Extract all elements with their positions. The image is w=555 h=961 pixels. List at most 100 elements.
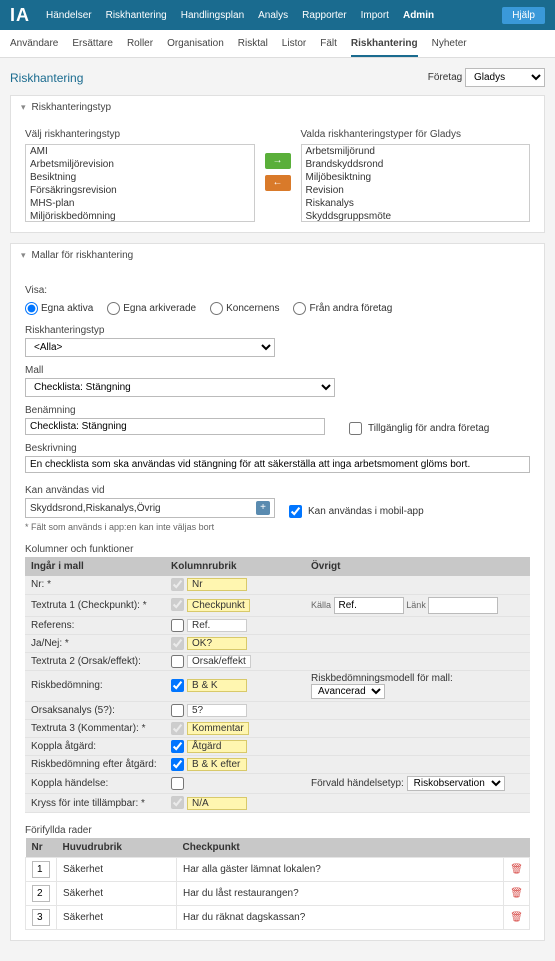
- side-select[interactable]: Riskobservation: [407, 776, 505, 791]
- column-name-input[interactable]: B & K efter: [187, 758, 247, 771]
- avail-other-label[interactable]: Tillgänglig för andra företag: [349, 422, 489, 435]
- help-button[interactable]: Hjälp: [502, 7, 545, 24]
- mobile-cb-label[interactable]: Kan användas i mobil-app: [289, 505, 424, 518]
- subnav-organisation[interactable]: Organisation: [167, 38, 224, 57]
- column-name-input[interactable]: N/A: [187, 797, 247, 810]
- avail-other-checkbox[interactable]: [349, 422, 362, 435]
- note: * Fält som används i app:en kan inte väl…: [25, 522, 530, 532]
- nr-input[interactable]: [32, 861, 50, 878]
- include-checkbox[interactable]: [171, 619, 184, 632]
- include-checkbox[interactable]: [171, 679, 184, 692]
- used-input[interactable]: Skyddsrond,Riskanalys,Övrig +: [25, 498, 275, 518]
- check-cell[interactable]: Har du låst restaurangen?: [177, 881, 504, 905]
- topnav-import[interactable]: Import: [361, 10, 389, 21]
- column-name-input[interactable]: Ref.: [187, 619, 247, 632]
- nr-input[interactable]: [32, 909, 50, 926]
- column-name-input[interactable]: OK?: [187, 637, 247, 650]
- radio-input[interactable]: [25, 302, 38, 315]
- side-label: Förvald händelsetyp:: [311, 778, 407, 789]
- check-cell[interactable]: Har alla gäster lämnat lokalen?: [177, 857, 504, 881]
- plus-icon[interactable]: +: [256, 501, 270, 515]
- topnav-rapporter[interactable]: Rapporter: [302, 10, 346, 21]
- list-item[interactable]: Brandskyddsrond: [302, 158, 530, 171]
- subnav-riskhantering[interactable]: Riskhantering: [351, 38, 418, 57]
- column-name-input[interactable]: Checkpunkt: [187, 599, 250, 612]
- rh-0: Nr: [26, 838, 57, 858]
- include-checkbox[interactable]: [171, 758, 184, 771]
- delete-icon[interactable]: 🗑: [504, 905, 530, 929]
- grid-label: Koppla åtgärd:: [25, 738, 165, 756]
- list-item[interactable]: Arbetsmiljörund: [302, 145, 530, 158]
- subnav-risktal[interactable]: Risktal: [238, 38, 268, 57]
- include-checkbox[interactable]: [171, 740, 184, 753]
- huvud-cell[interactable]: Säkerhet: [57, 857, 177, 881]
- table-row: Orsaksanalys (5?): 5?: [25, 701, 530, 719]
- grid-label: Ja/Nej: *: [25, 634, 165, 652]
- huvud-cell[interactable]: Säkerhet: [57, 881, 177, 905]
- company-select[interactable]: Gladys: [465, 68, 545, 87]
- radio-3[interactable]: Från andra företag: [293, 302, 392, 315]
- radio-2[interactable]: Koncernens: [210, 302, 279, 315]
- subnav-ersättare[interactable]: Ersättare: [72, 38, 113, 57]
- rows-section-label: Förifyllda rader: [25, 825, 530, 836]
- list-item[interactable]: Miljöriskbedömning: [26, 210, 254, 222]
- subnav-nyheter[interactable]: Nyheter: [432, 38, 467, 57]
- column-name-input[interactable]: Nr: [187, 578, 247, 591]
- ben-input[interactable]: [25, 418, 325, 435]
- column-name-input[interactable]: Åtgärd: [187, 740, 247, 753]
- right-listbox[interactable]: ArbetsmiljörundBrandskyddsrondMiljöbesik…: [301, 144, 531, 222]
- panel1-title: Riskhanteringstyp: [32, 102, 111, 113]
- column-name-input[interactable]: Kommentar: [187, 722, 249, 735]
- topnav-admin[interactable]: Admin: [403, 10, 434, 21]
- radio-input[interactable]: [210, 302, 223, 315]
- include-checkbox[interactable]: [171, 655, 184, 668]
- delete-icon[interactable]: 🗑: [504, 881, 530, 905]
- radio-1[interactable]: Egna arkiverade: [107, 302, 196, 315]
- list-item[interactable]: Besiktning: [26, 171, 254, 184]
- subnav-listor[interactable]: Listor: [282, 38, 306, 57]
- prefilled-rows-table: Nr Huvudrubrik Checkpunkt SäkerhetHar al…: [25, 838, 530, 930]
- subnav-fält[interactable]: Fält: [320, 38, 337, 57]
- include-checkbox[interactable]: [171, 704, 184, 717]
- mobile-checkbox[interactable]: [289, 505, 302, 518]
- mall-select[interactable]: Checklista: Stängning: [25, 378, 335, 397]
- list-item[interactable]: Försäkringsrevision: [26, 184, 254, 197]
- list-item[interactable]: Skyddsgruppsmöte: [302, 210, 530, 222]
- column-name-input[interactable]: Orsak/effekt: [187, 655, 251, 668]
- grid-label: Orsaksanalys (5?):: [25, 701, 165, 719]
- remove-button[interactable]: ←: [265, 175, 291, 191]
- list-item[interactable]: Miljöbesiktning: [302, 171, 530, 184]
- list-item[interactable]: Arbetsmiljörevision: [26, 158, 254, 171]
- include-checkbox[interactable]: [171, 777, 184, 790]
- table-row: SäkerhetHar du låst restaurangen?🗑: [26, 881, 530, 905]
- extra-input[interactable]: [334, 597, 404, 614]
- nr-input[interactable]: [32, 885, 50, 902]
- radio-input[interactable]: [293, 302, 306, 315]
- subnav-användare[interactable]: Användare: [10, 38, 58, 57]
- topnav-handlingsplan[interactable]: Handlingsplan: [181, 10, 244, 21]
- topnav-riskhantering[interactable]: Riskhantering: [106, 10, 167, 21]
- radio-input[interactable]: [107, 302, 120, 315]
- add-button[interactable]: →: [265, 153, 291, 169]
- panel1-header[interactable]: ▾ Riskhanteringstyp: [11, 96, 544, 119]
- topnav-analys[interactable]: Analys: [258, 10, 288, 21]
- column-name-input[interactable]: 5?: [187, 704, 247, 717]
- extra-input[interactable]: [428, 597, 498, 614]
- list-item[interactable]: MHS-plan: [26, 197, 254, 210]
- side-select[interactable]: Avancerad: [311, 684, 385, 699]
- huvud-cell[interactable]: Säkerhet: [57, 905, 177, 929]
- radio-0[interactable]: Egna aktiva: [25, 302, 93, 315]
- list-item[interactable]: Riskanalys: [302, 197, 530, 210]
- column-name-input[interactable]: B & K: [187, 679, 247, 692]
- list-item[interactable]: AMI: [26, 145, 254, 158]
- desc-input[interactable]: [25, 456, 530, 473]
- rhtype-select[interactable]: <Alla>: [25, 338, 275, 357]
- left-listbox[interactable]: AMIArbetsmiljörevisionBesiktningFörsäkri…: [25, 144, 255, 222]
- delete-icon[interactable]: 🗑: [504, 857, 530, 881]
- subnav-roller[interactable]: Roller: [127, 38, 153, 57]
- topnav-händelser[interactable]: Händelser: [46, 10, 92, 21]
- check-cell[interactable]: Har du räknat dagskassan?: [177, 905, 504, 929]
- table-row: Riskbedömning efter åtgärd:B & K efter: [25, 756, 530, 774]
- list-item[interactable]: Revision: [302, 184, 530, 197]
- panel2-header[interactable]: ▾ Mallar för riskhantering: [11, 244, 544, 267]
